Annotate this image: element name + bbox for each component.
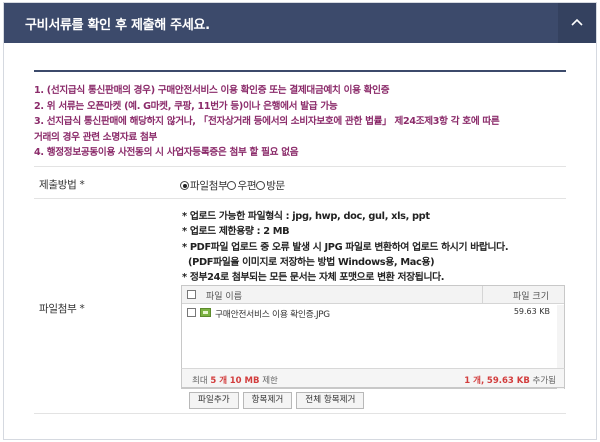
file-checkbox[interactable]	[187, 308, 196, 317]
column-divider	[482, 286, 483, 304]
chevron-up-icon	[571, 18, 583, 26]
guide-line: * PDF파일 업로드 중 오류 발생 시 JPG 파일로 변환하여 업로드 하…	[182, 241, 509, 253]
upload-limit-text: 최대 5 개 10 MB 제한	[192, 374, 278, 386]
limit-size: 10 MB	[229, 376, 260, 386]
notice-item: 4. 행정정보공동이용 사전동의 시 사업자등록증은 첨부 할 필요 없음	[34, 147, 299, 158]
divider	[34, 166, 566, 167]
radio-label: 우편	[237, 180, 257, 192]
limit-prefix: 최대	[192, 376, 208, 386]
limit-suffix: 제한	[262, 376, 278, 386]
guide-line: * 정부24로 첨부되는 모든 문서는 자체 포맷으로 변환 저장됩니다.	[182, 272, 445, 284]
column-file-name: 파일 이름	[206, 292, 242, 302]
notice-item: 2. 위 서류는 오픈마켓 (예. G마켓, 쿠팡, 11번가 등)이나 은행에…	[34, 100, 338, 112]
notice-item: 거래의 경우 관련 소명자료 첨부	[34, 131, 158, 143]
file-name: 구매안전서비스 이용 확인증.JPG	[215, 310, 330, 320]
guide-line: (PDF파일을 이미지로 저장하는 방법 Windows용, Mac용)	[188, 256, 435, 268]
collapse-button[interactable]	[558, 3, 596, 43]
added-suffix: 추가됨	[532, 376, 556, 386]
submit-method-radio-group: 파일첨부 우편 방문	[180, 178, 285, 193]
notice-list: 1. (선지급식 통신판매의 경우) 구매안전서비스 이용 확인증 또는 결제대…	[34, 83, 569, 161]
panel-title: 구비서류를 확인 후 제출해 주세요.	[25, 18, 210, 33]
radio-mail[interactable]: 우편	[227, 178, 256, 193]
radio-unchecked-icon	[227, 181, 237, 190]
radio-label: 파일첨부	[190, 180, 228, 192]
panel-header: 구비서류를 확인 후 제출해 주세요.	[4, 3, 596, 43]
column-file-size: 파일 크기	[513, 292, 549, 302]
add-file-button[interactable]: 파일추가	[189, 392, 239, 409]
guide-line: * 업로드 제한용량 : 2 MB	[182, 226, 290, 238]
radio-label: 방문	[266, 180, 285, 192]
limit-count: 5 개	[210, 376, 228, 386]
added-count: 1 개,	[464, 376, 485, 386]
select-all-checkbox[interactable]	[187, 290, 196, 299]
notice-item: 1. (선지급식 통신판매의 경우) 구매안전서비스 이용 확인증 또는 결제대…	[34, 85, 390, 96]
guide-line: * 업로드 가능한 파일형식 : jpg, hwp, doc, gul, xls…	[182, 211, 430, 222]
file-row[interactable]: 구매안전서비스 이용 확인증.JPG 59.63 KB	[182, 305, 564, 321]
remove-item-button[interactable]: 항목제거	[242, 392, 293, 409]
upload-status-bar: 최대 5 개 10 MB 제한 1 개, 59.63 KB 추가됨	[181, 368, 565, 388]
file-size: 59.63 KB	[513, 307, 550, 316]
upload-stat-text: 1 개, 59.63 KB 추가됨	[464, 374, 556, 386]
file-list-header: 파일 이름 파일 크기	[182, 286, 564, 304]
divider	[34, 198, 566, 199]
header-rule	[34, 70, 566, 72]
radio-visit[interactable]: 방문	[256, 178, 285, 193]
document-panel: 구비서류를 확인 후 제출해 주세요. 1. (선지급식 통신판매의 경우) 구…	[3, 2, 597, 440]
upload-guide: * 업로드 가능한 파일형식 : jpg, hwp, doc, gul, xls…	[182, 209, 509, 285]
added-size: 59.63 KB	[486, 376, 530, 386]
radio-unchecked-icon	[256, 181, 266, 190]
radio-file-attach[interactable]: 파일첨부	[180, 178, 228, 193]
divider	[34, 413, 566, 414]
submit-method-label: 제출방법 *	[39, 179, 85, 191]
jpg-file-icon	[200, 308, 211, 317]
attachment-label: 파일첨부 *	[39, 303, 85, 315]
upload-button-group: 파일추가 항목제거 전체 항목제거	[189, 392, 368, 409]
radio-checked-icon	[180, 181, 189, 190]
remove-all-button[interactable]: 전체 항목제거	[296, 392, 365, 409]
notice-item: 3. 선지급식 통신판매에 해당하지 않거나, 「전자상거래 등에서의 소비자보…	[34, 116, 500, 127]
